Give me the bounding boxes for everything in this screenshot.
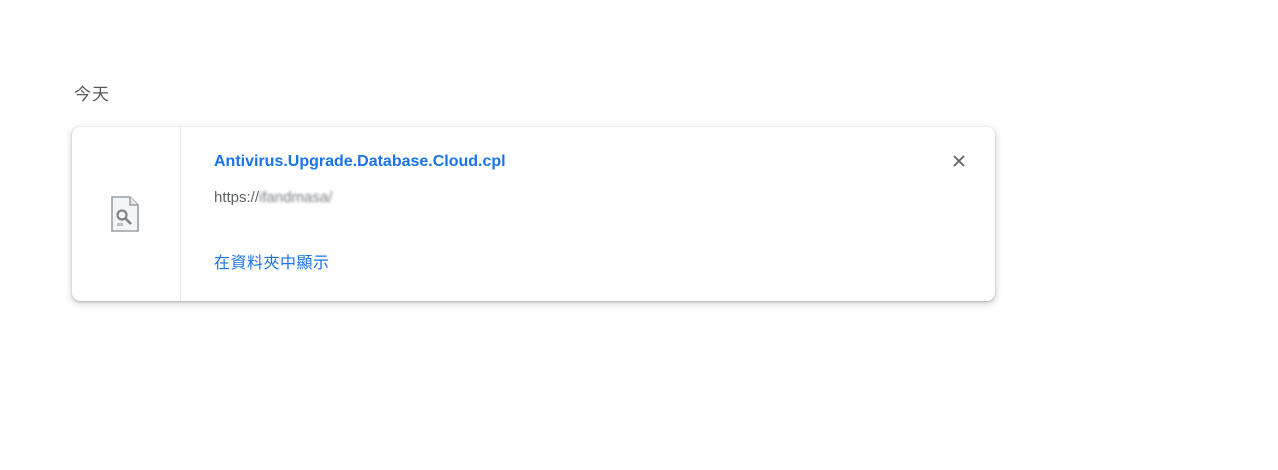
source-url-redacted: ifandmasa/ — [259, 189, 333, 206]
downloads-page: 今天 Antivirus.Upgrade.Database.Cloud.cpl … — [0, 0, 1278, 470]
file-icon-column — [72, 127, 181, 301]
show-in-folder-link[interactable]: 在資料夾中顯示 — [214, 249, 330, 273]
source-url-prefix: https:// — [214, 189, 260, 206]
source-url[interactable]: https://ifandmasa/ — [214, 189, 332, 206]
download-item-card: Antivirus.Upgrade.Database.Cloud.cpl htt… — [72, 127, 995, 301]
download-item-content: Antivirus.Upgrade.Database.Cloud.cpl htt… — [214, 127, 935, 301]
remove-download-button[interactable] — [947, 151, 971, 175]
generic-file-icon — [110, 195, 140, 233]
date-section-header: 今天 — [74, 85, 110, 104]
file-name-link[interactable]: Antivirus.Upgrade.Database.Cloud.cpl — [214, 153, 506, 171]
close-icon — [952, 154, 966, 173]
